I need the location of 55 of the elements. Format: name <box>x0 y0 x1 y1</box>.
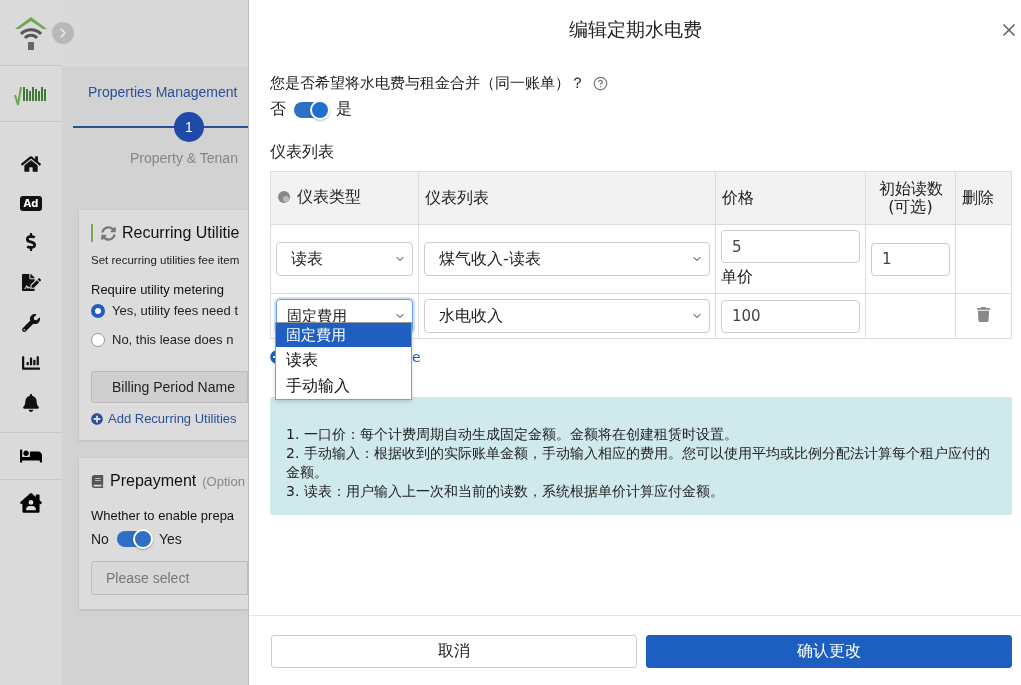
add-link[interactable]: Add Recurring Utilities <box>91 411 248 426</box>
column-header: 删除 <box>955 171 1012 225</box>
home-icon[interactable] <box>21 154 41 174</box>
blob-icon <box>277 189 291 204</box>
column-header: 仪表类型 <box>270 171 419 225</box>
meter-select[interactable]: 煤气收入-读表 <box>424 242 710 276</box>
section-label: 仪表列表 <box>270 142 335 163</box>
toggle-label: 否 <box>270 99 286 120</box>
bar-chart-icon[interactable] <box>22 354 40 372</box>
card-description: Set recurring utilities fee item <box>91 254 241 266</box>
dropdown-option[interactable]: 固定費用 <box>276 323 411 347</box>
book-icon <box>91 474 104 488</box>
column-header: 价格 <box>715 171 866 225</box>
ad-badge[interactable]: Ad <box>19 196 43 211</box>
meter-type-select[interactable]: 读表 <box>276 242 413 276</box>
radio-option[interactable]: Yes, utility fees need t <box>91 303 248 318</box>
reading-input[interactable]: 1 <box>871 242 950 276</box>
add-link[interactable]: e <box>412 349 421 365</box>
column-header: 初始读数 (可选) <box>865 171 956 225</box>
breadcrumb-link[interactable]: Properties Management <box>62 66 248 100</box>
card-title: Recurring Utilitie <box>122 224 240 242</box>
toggle-label: No <box>91 531 109 547</box>
toggle-label: Yes <box>158 531 182 547</box>
toggle-label: 是 <box>336 99 352 120</box>
help-icon[interactable] <box>593 76 608 91</box>
dropdown-option[interactable]: 手动输入 <box>276 373 411 399</box>
note-text: 3. 读表：用户输入上一次和当前的读数，系统根据单价计算应付金额。 <box>286 481 725 501</box>
price-input[interactable]: 100 <box>721 299 860 333</box>
note-text: 2. 手动输入：根据收到的实际账单金额，手动输入相应的费用。您可以使用平均或比例分配法计算每个租户应付的金额。 <box>286 443 991 482</box>
house-person-icon[interactable] <box>20 492 42 514</box>
question-text: Require utility metering <box>91 282 225 297</box>
step-number: 1 <box>174 112 204 142</box>
toggle-switch[interactable] <box>294 101 328 118</box>
radio-option[interactable]: No, this lease does n <box>91 332 248 347</box>
question-text: 您是否希望将水电费与租金合并（同一账单）？ <box>270 74 585 93</box>
price-input[interactable]: 5 <box>721 230 860 263</box>
question-text: Whether to enable prepa <box>91 508 236 523</box>
wrench-icon[interactable] <box>22 314 40 332</box>
step-label: Property & Tenan <box>129 149 239 166</box>
card-title: Prepayment <box>110 472 197 490</box>
cancel-button[interactable]: 取消 <box>271 635 637 668</box>
refresh-icon <box>101 225 116 241</box>
bell-icon[interactable] <box>22 394 40 412</box>
meter-select[interactable]: 水电收入 <box>424 299 710 333</box>
dialog-title: 编辑定期水电费 <box>568 17 702 42</box>
trash-icon[interactable] <box>976 306 991 322</box>
note-text: 1. 一口价：每个计费周期自动生成固定金额。金额将在创建租赁时设置。 <box>286 425 739 444</box>
toggle-switch[interactable] <box>116 531 151 547</box>
price-note: 单价 <box>721 267 754 288</box>
dropdown-option[interactable]: 读表 <box>276 347 411 373</box>
confirm-button[interactable]: 确认更改 <box>646 635 1012 668</box>
document-pen-icon[interactable] <box>21 273 41 292</box>
column-header: 仪表列表 <box>418 171 716 225</box>
column-header: Billing Period Name <box>91 371 248 403</box>
card-subtitle: (Option <box>202 473 245 489</box>
